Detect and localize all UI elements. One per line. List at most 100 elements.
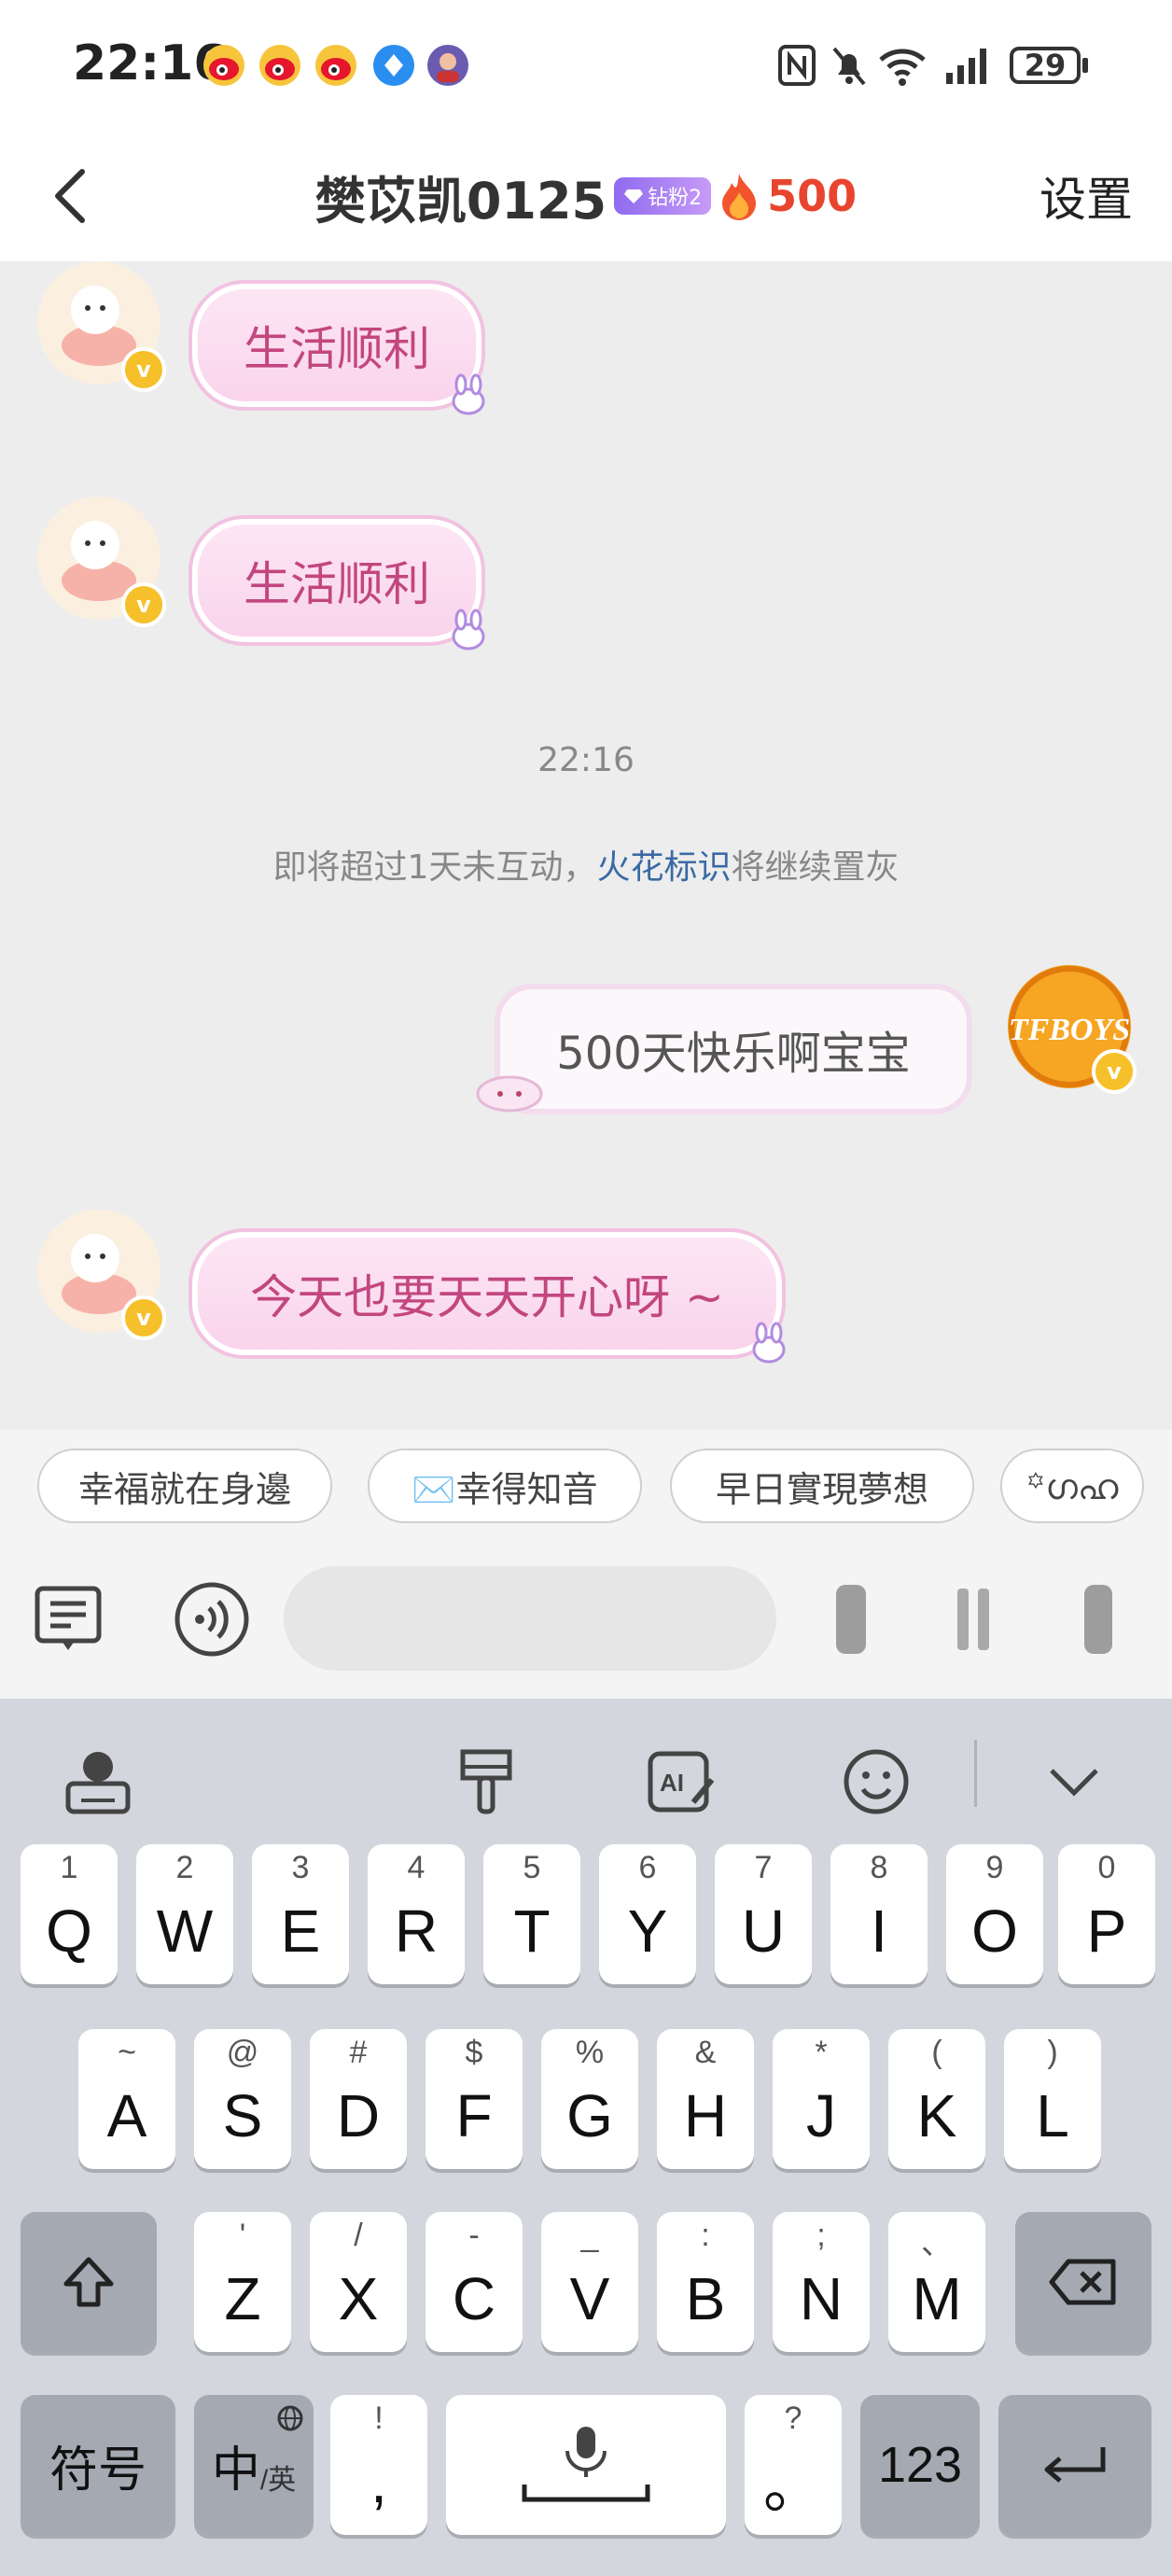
key-hint: / xyxy=(354,2218,363,2253)
globe-icon xyxy=(277,2405,303,2431)
sticker-shortcuts[interactable] xyxy=(817,1579,1135,1659)
key-hint: ( xyxy=(931,2035,942,2070)
contact-name[interactable]: 樊苡凯0125 xyxy=(315,160,607,233)
message-bubble[interactable]: 生活顺利 xyxy=(188,280,485,411)
spark-system-notice: 即将超过1天未互动，火花标识将继续置灰 xyxy=(0,840,1172,889)
voice-input-icon[interactable] xyxy=(174,1581,250,1661)
key-hint: _ xyxy=(580,2218,599,2253)
key-i[interactable]: 8I xyxy=(830,1844,928,1984)
backspace-icon xyxy=(1049,2259,1116,2305)
key-q[interactable]: 1Q xyxy=(21,1844,118,1984)
settings-button[interactable]: 设置 xyxy=(1039,162,1133,230)
keyboard-switch-icon[interactable] xyxy=(56,1740,140,1824)
chat-header: 樊苡凯0125 钻粉2 500 设置 xyxy=(0,131,1172,261)
key-h[interactable]: & H xyxy=(657,2029,754,2169)
svg-text:AI: AI xyxy=(660,1769,684,1797)
key-e[interactable]: 3E xyxy=(252,1844,349,1984)
quick-reply-chip[interactable]: 早日實現夢想 xyxy=(670,1449,974,1523)
key-label: B xyxy=(685,2265,726,2332)
key-label: S xyxy=(222,2082,263,2149)
ai-write-icon[interactable]: AI xyxy=(640,1740,724,1824)
key-x[interactable]: / X xyxy=(310,2212,407,2352)
key-label: G xyxy=(566,2082,613,2149)
message-list[interactable]: v 生活顺利 v 生活顺利 22:16 即将超过1天未互动，火花标识将继续置灰 … xyxy=(0,261,1172,1430)
message-bubble[interactable]: 生活顺利 xyxy=(188,515,485,646)
key-label: V xyxy=(569,2265,610,2332)
key-g[interactable]: % G xyxy=(541,2029,638,2169)
cat-sticker-icon xyxy=(472,1062,547,1118)
key-v[interactable]: _ V xyxy=(541,2212,638,2352)
clipboard-brush-icon[interactable] xyxy=(444,1740,528,1824)
backspace-key[interactable] xyxy=(1015,2212,1151,2352)
space-key[interactable] xyxy=(446,2395,726,2535)
collapse-keyboard-icon[interactable] xyxy=(1032,1740,1116,1824)
message-bubble[interactable]: 今天也要天天开心呀 ~ xyxy=(188,1228,786,1359)
key-y[interactable]: 6Y xyxy=(599,1844,696,1984)
notice-text-before: 即将超过1天未互动， xyxy=(272,848,597,887)
key-p[interactable]: 0P xyxy=(1058,1844,1155,1984)
key-hint: $ xyxy=(465,2035,483,2070)
text-menu-icon[interactable] xyxy=(34,1585,105,1659)
fan-badge-label: 钻粉2 xyxy=(648,187,703,210)
key-label: Y xyxy=(627,1897,668,1965)
key-s[interactable]: @ S xyxy=(194,2029,291,2169)
key-n[interactable]: ; N xyxy=(773,2212,870,2352)
key-label: K xyxy=(916,2082,957,2149)
emoji-icon[interactable] xyxy=(834,1740,918,1824)
key-k[interactable]: (K xyxy=(888,2029,985,2169)
status-bar: 22:16 29 xyxy=(0,0,1172,131)
key-hint: 8 xyxy=(870,1850,888,1885)
verified-icon: v xyxy=(121,582,166,627)
key-u[interactable]: 7U xyxy=(715,1844,812,1984)
key-t[interactable]: 5T xyxy=(483,1844,580,1984)
key-hint: 6 xyxy=(638,1850,657,1885)
key-w[interactable]: 2W xyxy=(136,1844,233,1984)
my-message-bubble[interactable]: 500天快乐啊宝宝 xyxy=(495,984,972,1114)
shift-key[interactable] xyxy=(21,2212,157,2352)
keyboard: AI 1Q 2W 3E 4R 5T 6Y 7U 8I 9O 0P ~ A @ S #… xyxy=(0,1699,1172,2576)
key-l[interactable]: ) L xyxy=(1004,2029,1101,2169)
key-label: Z xyxy=(224,2265,261,2332)
fan-badge: 钻粉2 xyxy=(614,177,712,215)
key-label: X xyxy=(338,2265,379,2332)
weibo-icon xyxy=(315,45,356,86)
number-mode-key[interactable]: 123 xyxy=(860,2395,980,2535)
key-z[interactable]: ' Z xyxy=(194,2212,291,2352)
key-hint: - xyxy=(468,2218,480,2253)
key-m[interactable]: 、 M xyxy=(888,2212,985,2352)
symbol-key[interactable]: 符号 xyxy=(21,2395,175,2535)
message-text: 生活顺利 xyxy=(244,557,430,611)
key-a[interactable]: ~ A xyxy=(78,2029,175,2169)
message-input[interactable] xyxy=(284,1566,776,1671)
notice-text-after: 将继续置灰 xyxy=(731,848,900,887)
period-key[interactable]: ?。 xyxy=(745,2395,842,2535)
key-r[interactable]: 4R xyxy=(368,1844,465,1984)
key-hint: @ xyxy=(226,2035,259,2070)
key-hint: 0 xyxy=(1097,1850,1116,1885)
key-d[interactable]: # D xyxy=(310,2029,407,2169)
key-hint: ! xyxy=(374,2401,384,2436)
key-label: L xyxy=(1036,2082,1069,2149)
key-c[interactable]: -C xyxy=(426,2212,523,2352)
quick-reply-chip[interactable]: ꙳ഗഹ xyxy=(1000,1449,1144,1523)
key-hint: ; xyxy=(816,2218,826,2253)
enter-key[interactable] xyxy=(998,2395,1151,2535)
key-hint: & xyxy=(694,2035,717,2070)
key-o[interactable]: 9O xyxy=(946,1844,1043,1984)
comma-key[interactable]: !, xyxy=(330,2395,427,2535)
key-hint: ? xyxy=(784,2401,802,2436)
spark-mark-link[interactable]: 火花标识 xyxy=(596,848,731,887)
language-switch-key[interactable]: 中/英 xyxy=(194,2395,314,2535)
key-label: I xyxy=(871,1897,887,1965)
key-b[interactable]: :B xyxy=(657,2212,754,2352)
key-hint: 3 xyxy=(291,1850,310,1885)
spark-streak-count: 500 xyxy=(767,171,858,221)
quick-reply-bar: 幸福就在身邊 ✉️幸得知音 早日實現夢想 ꙳ഗഹ xyxy=(0,1430,1172,1542)
key-j[interactable]: * J xyxy=(773,2029,870,2169)
quick-reply-chip[interactable]: ✉️幸得知音 xyxy=(368,1449,642,1523)
key-f[interactable]: $ F xyxy=(426,2029,523,2169)
quick-reply-chip[interactable]: 幸福就在身邊 xyxy=(37,1449,332,1523)
message-text: 500天快乐啊宝宝 xyxy=(556,1028,911,1080)
verified-icon: v xyxy=(121,1295,166,1340)
lang-key-label: 中 xyxy=(211,2443,260,2498)
